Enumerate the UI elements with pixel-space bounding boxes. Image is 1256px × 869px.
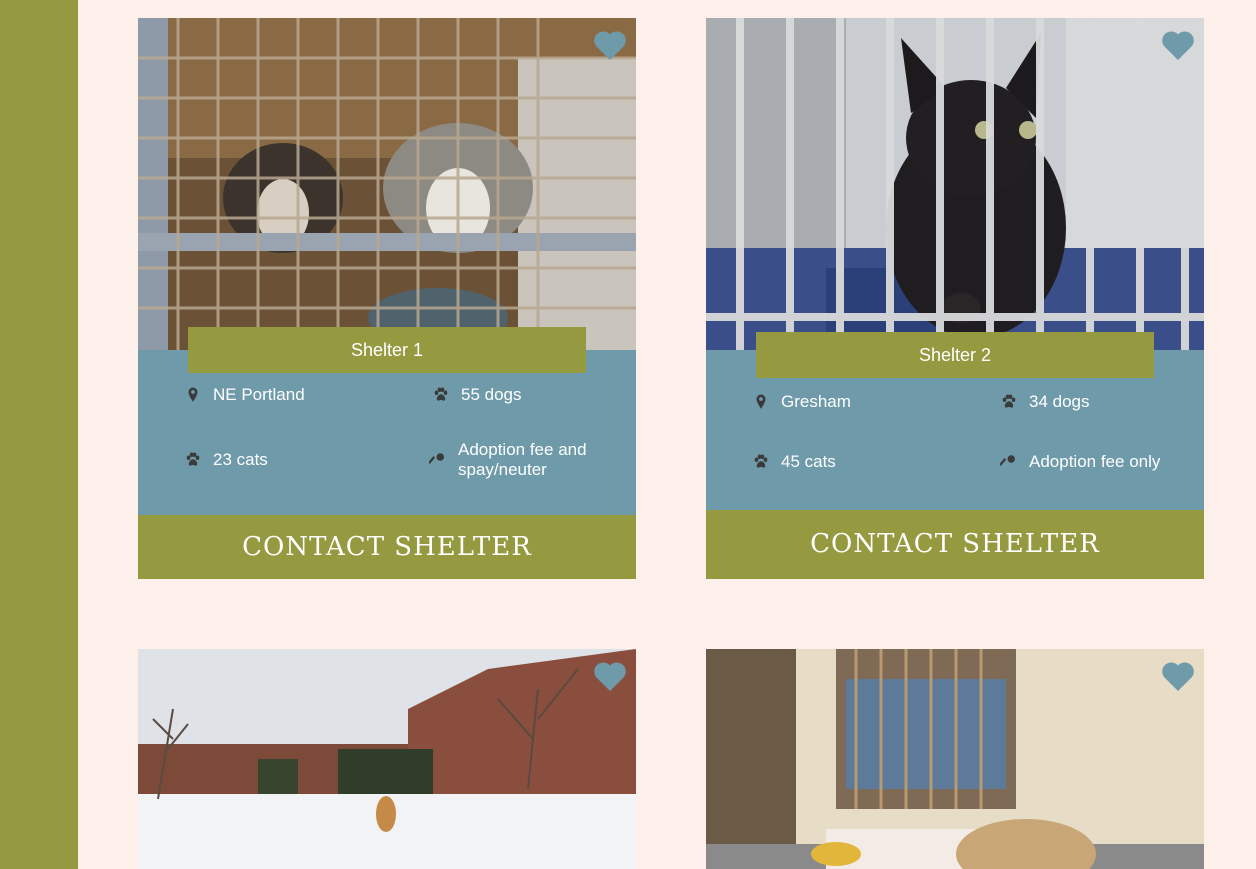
cats-count: 23 cats [213, 450, 268, 469]
favorite-heart-icon[interactable] [592, 28, 628, 62]
paw-icon [999, 392, 1019, 412]
puppy-in-kennel-photo [706, 649, 1204, 869]
dogs-row: 55 dogs [431, 385, 522, 405]
location-row: NE Portland [183, 385, 305, 405]
key-icon [428, 450, 448, 470]
map-pin-icon [183, 385, 203, 405]
paw-icon [183, 450, 203, 470]
location-text: NE Portland [213, 385, 305, 404]
shelter-card-4 [706, 649, 1204, 869]
cats-row: 23 cats [183, 450, 268, 470]
shelter-name: Shelter 2 [756, 332, 1154, 378]
key-icon [999, 452, 1019, 472]
favorite-heart-icon[interactable] [592, 659, 628, 693]
cats-count: 45 cats [781, 452, 836, 471]
shelter-name: Shelter 1 [188, 327, 586, 373]
cats-row: 45 cats [751, 452, 836, 472]
shelter-card-1: NE Portland 55 dogs 23 cats Adoption fee… [138, 18, 636, 579]
dog-in-snowy-yard-photo [138, 649, 636, 869]
shelter-info-panel: NE Portland 55 dogs 23 cats Adoption fee… [138, 350, 636, 515]
paw-icon [751, 452, 771, 472]
fee-row: Adoption fee and spay/neuter [428, 440, 587, 480]
favorite-heart-icon[interactable] [1160, 28, 1196, 62]
shelter-card-2: Gresham 34 dogs 45 cats Adoption fee onl… [706, 18, 1204, 579]
dogs-count: 55 dogs [461, 385, 522, 404]
favorite-heart-icon[interactable] [1160, 659, 1196, 693]
fee-text-line1: Adoption fee and [458, 440, 587, 459]
contact-shelter-button[interactable]: CONTACT SHELTER [138, 515, 636, 579]
dogs-in-cage-photo [138, 18, 636, 350]
dogs-row: 34 dogs [999, 392, 1090, 412]
kitten-in-cage-photo [706, 18, 1204, 350]
paw-icon [431, 385, 451, 405]
shelter-card-3 [138, 649, 636, 869]
contact-shelter-button[interactable]: CONTACT SHELTER [706, 510, 1204, 579]
location-text: Gresham [781, 392, 851, 411]
dogs-count: 34 dogs [1029, 392, 1090, 411]
location-row: Gresham [751, 392, 851, 412]
map-pin-icon [751, 392, 771, 412]
sidebar [0, 0, 78, 869]
fee-text: Adoption fee only [1029, 452, 1161, 471]
fee-text-line2: spay/neuter [458, 460, 547, 479]
fee-row: Adoption fee only [999, 452, 1160, 472]
